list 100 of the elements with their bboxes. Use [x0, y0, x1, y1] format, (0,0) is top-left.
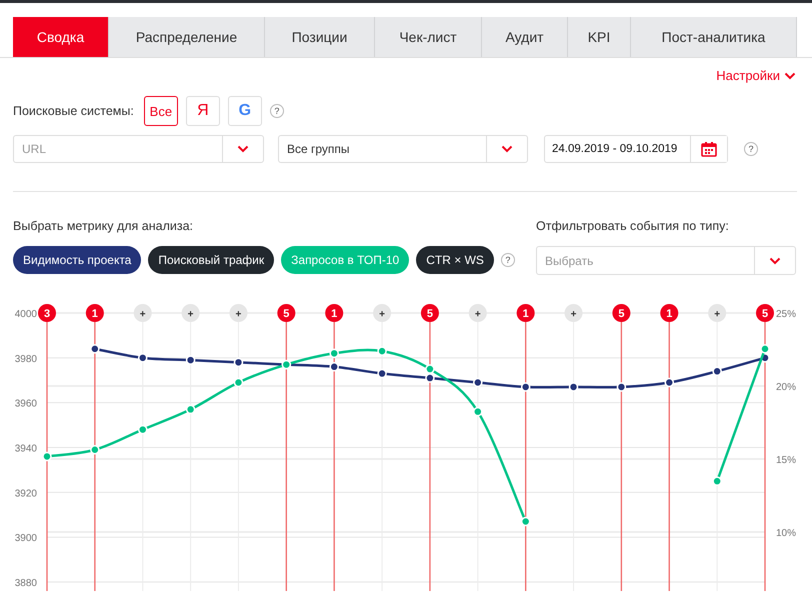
data-point: [520, 516, 530, 526]
data-point: [234, 358, 244, 368]
add-event-button[interactable]: +: [468, 304, 487, 322]
tab[interactable]: Пост-аналитика: [631, 17, 797, 57]
metric-label: Выбрать метрику для анализа:: [13, 219, 194, 233]
x-tick-label: +: [474, 309, 481, 320]
x-tick-label: +: [188, 309, 194, 320]
help-icon[interactable]: ?: [744, 142, 758, 156]
url-select[interactable]: URL: [13, 135, 264, 163]
data-point: [425, 364, 435, 374]
data-point: [712, 366, 722, 376]
x-tick-label: 3: [44, 308, 50, 320]
event-badge[interactable]: 5: [756, 304, 774, 322]
tab[interactable]: Позиции: [265, 17, 375, 57]
x-tick-label: 5: [762, 308, 768, 320]
axis-label: 3980: [14, 354, 37, 365]
data-point: [329, 348, 339, 358]
add-event-button[interactable]: +: [708, 304, 726, 322]
data-point: [616, 382, 626, 392]
all-button[interactable]: Все: [144, 96, 178, 126]
data-point: [664, 378, 674, 388]
event-badge[interactable]: 1: [86, 304, 104, 322]
x-tick-label: 5: [283, 308, 290, 320]
data-point: [473, 406, 483, 416]
metric-button[interactable]: CTR × WS: [416, 246, 494, 274]
x-tick-label: 1: [522, 308, 529, 320]
data-point: [138, 353, 148, 363]
tab[interactable]: Чек-лист: [375, 17, 482, 57]
chevron-down-icon: [769, 256, 781, 264]
add-event-button[interactable]: +: [182, 304, 200, 322]
x-tick-label: +: [714, 309, 720, 320]
help-icon[interactable]: ?: [270, 104, 284, 118]
tab[interactable]: KPI: [568, 17, 631, 57]
date-range-field[interactable]: 24.09.2019 - 09.10.2019: [545, 136, 690, 162]
data-point: [760, 344, 770, 354]
x-tick-label: +: [379, 309, 386, 320]
axis-label: 3920: [14, 488, 37, 500]
data-point: [520, 382, 530, 392]
chevron-down-icon: [237, 145, 249, 153]
event-type-input-field[interactable]: Выбрать: [537, 247, 754, 274]
url-input-field[interactable]: URL: [14, 136, 222, 162]
event-badge[interactable]: 5: [277, 304, 296, 322]
axis-label: 3940: [14, 444, 37, 455]
axis-label: 20%: [776, 382, 796, 393]
data-point: [425, 373, 435, 383]
x-tick-label: 1: [92, 308, 98, 320]
event-badge[interactable]: 5: [612, 304, 630, 322]
data-point: [568, 382, 578, 392]
data-point: [90, 445, 100, 454]
tab[interactable]: Сводка: [13, 17, 109, 57]
axis-label: 15%: [776, 455, 796, 466]
tab[interactable]: Аудит: [482, 17, 568, 57]
x-tick-label: 5: [426, 308, 433, 320]
chevron-down-icon: [784, 72, 796, 80]
add-event-button[interactable]: +: [229, 304, 248, 322]
event-badge[interactable]: 3: [38, 304, 56, 322]
add-event-button[interactable]: +: [134, 304, 152, 322]
data-point: [42, 452, 52, 462]
event-badge[interactable]: 1: [660, 304, 678, 322]
chevron-down-icon: [501, 145, 513, 153]
settings-link[interactable]: Настройки: [716, 68, 796, 83]
groups-input-field[interactable]: Все группы: [279, 136, 486, 162]
axis-label: 10%: [776, 528, 796, 539]
date-range-picker[interactable]: 24.09.2019 - 09.10.2019: [544, 135, 728, 163]
x-tick-label: 5: [618, 308, 624, 320]
x-tick-label: +: [236, 309, 242, 320]
data-point: [712, 476, 722, 486]
data-point: [234, 378, 244, 388]
x-tick-label: 1: [331, 308, 338, 320]
search-engines-label: Поисковые системы:: [13, 104, 134, 118]
axis-label: 3880: [14, 578, 37, 590]
event-badge[interactable]: 1: [516, 304, 535, 322]
calendar-icon: [701, 142, 717, 156]
event-type-select[interactable]: Выбрать: [536, 246, 796, 275]
help-icon[interactable]: ?: [500, 253, 515, 267]
axis-label: 25%: [776, 309, 796, 320]
data-point: [186, 355, 196, 365]
x-tick-label: 1: [666, 308, 672, 320]
data-point: [138, 424, 148, 434]
axis-label: 3960: [14, 398, 37, 410]
data-point: [90, 344, 100, 354]
event-filter-label: Отфильтровать события по типу:: [536, 219, 730, 233]
axis-label: 3900: [14, 533, 37, 544]
add-event-button[interactable]: +: [373, 304, 392, 322]
event-badge[interactable]: 5: [420, 304, 439, 322]
add-event-button[interactable]: +: [564, 304, 583, 322]
event-badge[interactable]: 1: [325, 304, 344, 322]
data-point: [186, 404, 196, 414]
google-button[interactable]: G: [228, 96, 262, 126]
metric-button[interactable]: Видимость проекта: [13, 246, 142, 274]
groups-select[interactable]: Все группы: [278, 135, 528, 163]
axis-label: 4000: [14, 309, 37, 320]
x-tick-label: +: [570, 309, 577, 320]
data-point: [377, 346, 387, 356]
tab[interactable]: Распределение: [109, 17, 265, 57]
yandex-button[interactable]: Я: [186, 96, 220, 126]
metric-button[interactable]: Поисковый трафик: [148, 246, 274, 274]
data-point: [377, 368, 387, 378]
x-tick-label: +: [140, 309, 146, 320]
data-point: [473, 378, 483, 388]
